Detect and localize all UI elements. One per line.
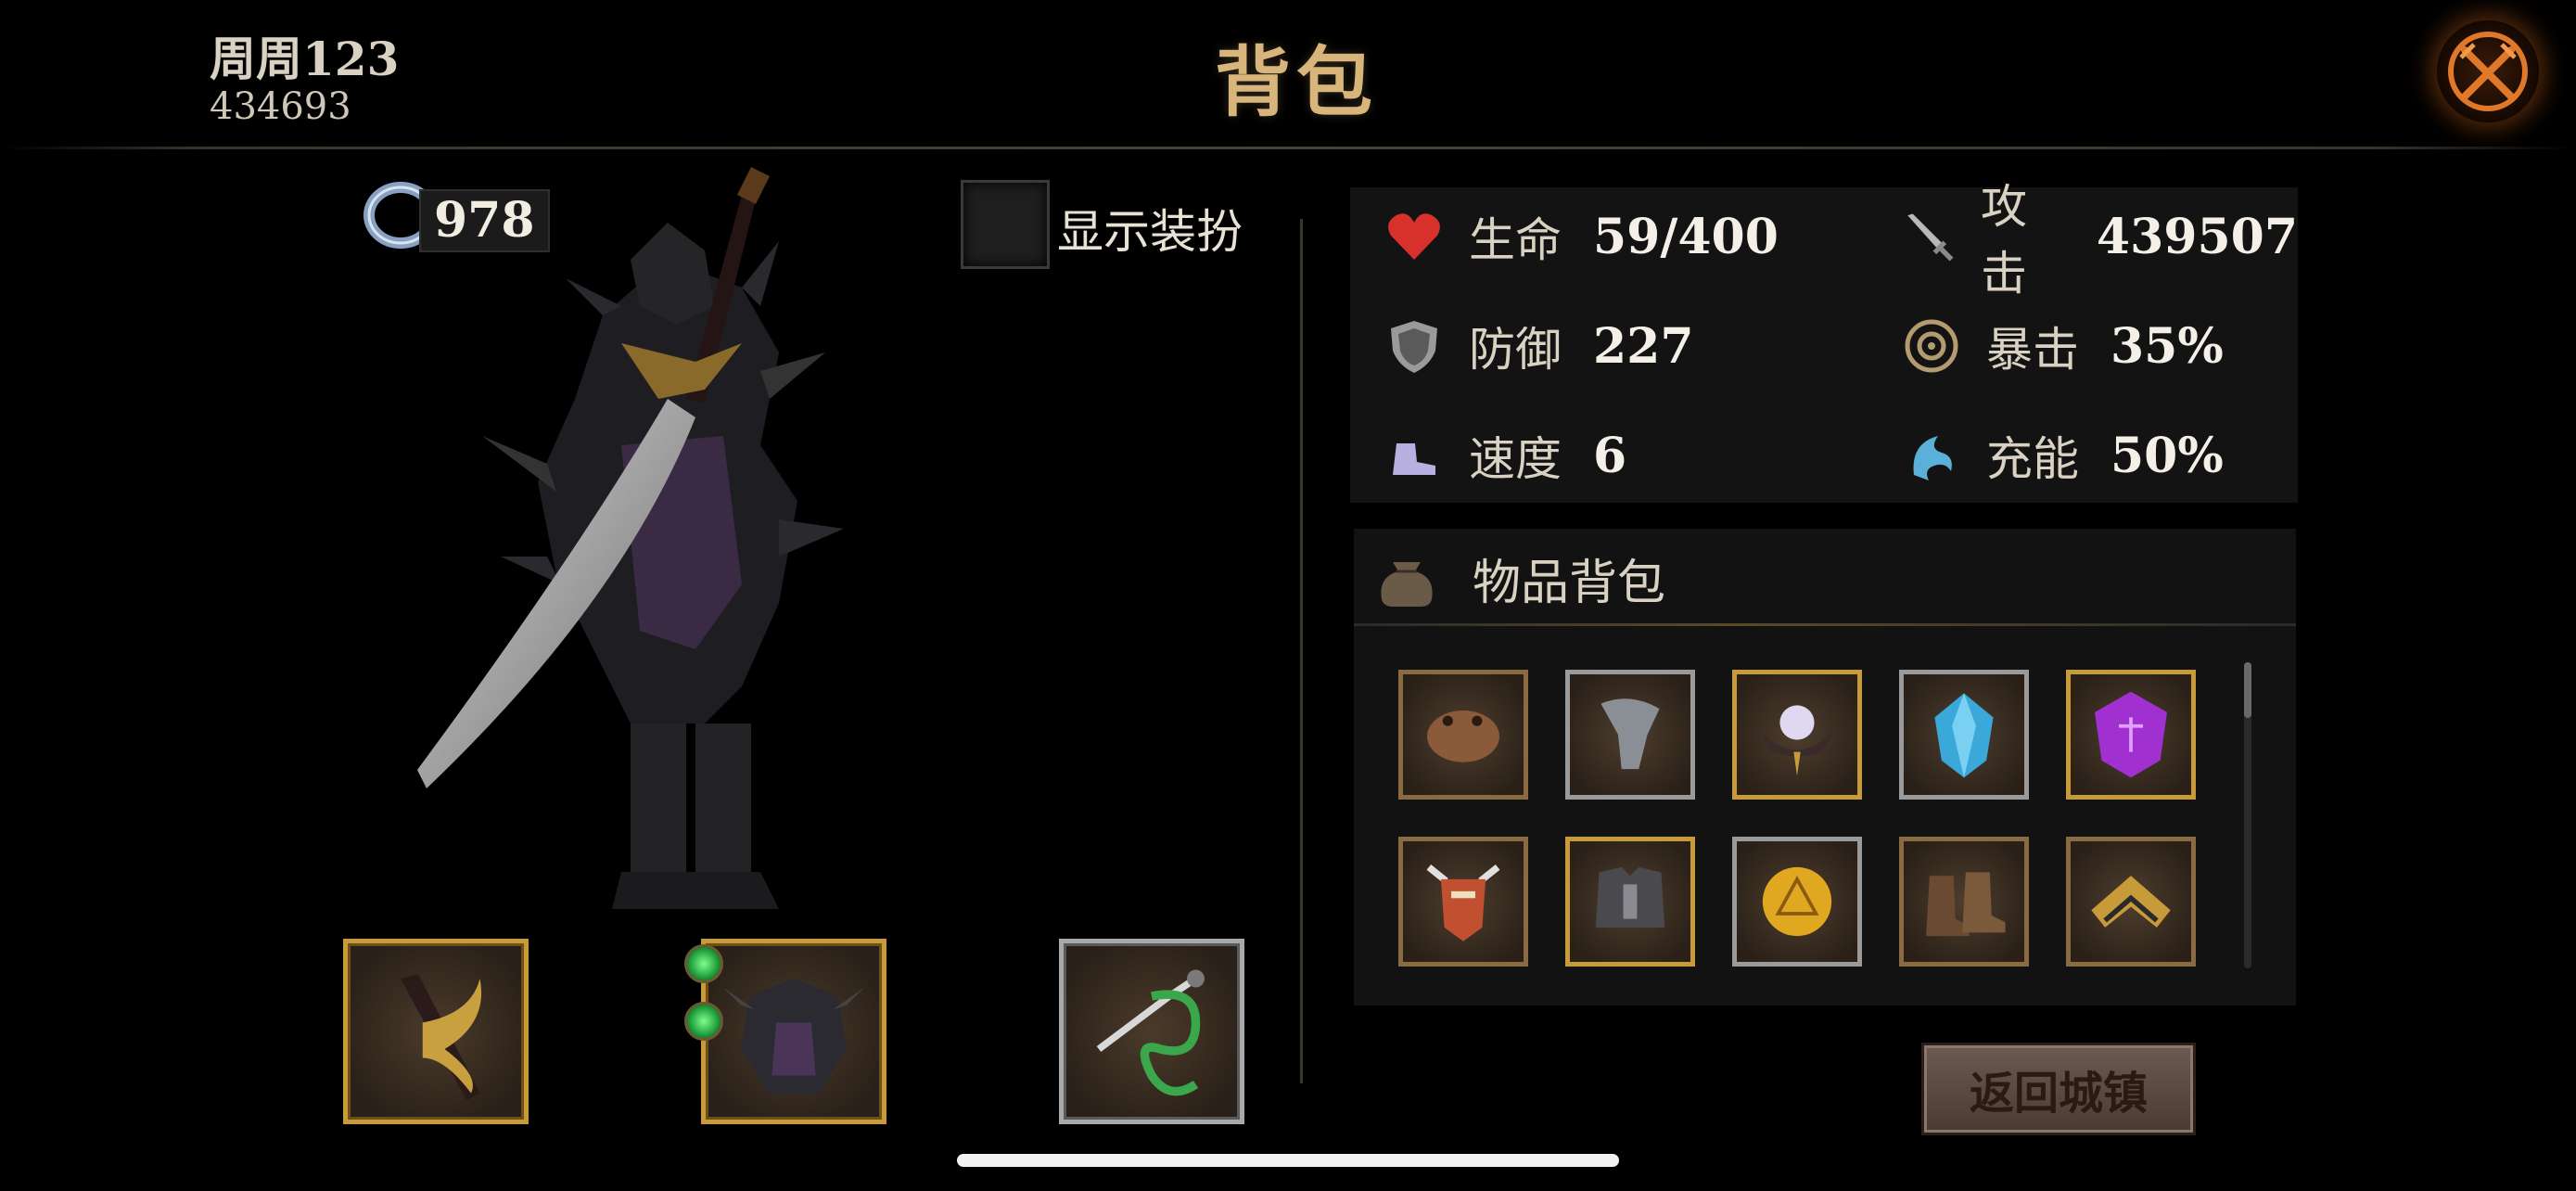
stat-health: 生命 59/400: [1384, 204, 1779, 269]
crossed-swords-close-icon: [2448, 32, 2528, 111]
return-to-town-button[interactable]: 返回城镇: [1921, 1043, 2196, 1135]
vertical-divider: [1300, 219, 1303, 1083]
inventory-item-toad[interactable]: [1398, 670, 1528, 800]
inventory-item-purple-gem[interactable]: [2066, 670, 2196, 800]
stat-value: 35%: [2111, 317, 2224, 375]
inventory-title: 物品背包: [1473, 556, 1666, 611]
stat-speed: 速度 6: [1384, 423, 1626, 488]
inventory-scrollbar[interactable]: [2244, 662, 2251, 968]
armor-slot[interactable]: [701, 939, 886, 1124]
inventory-item-chest-armor[interactable]: [1565, 837, 1695, 967]
chest-armor-icon: [1595, 866, 1665, 928]
stat-crit: 暴击 35%: [1901, 314, 2224, 378]
blue-crystal-icon: [1934, 693, 1994, 778]
inventory-divider: [1354, 623, 2296, 626]
inventory-item-orb-crown[interactable]: [1732, 670, 1862, 800]
bag-icon: [1381, 562, 1433, 607]
gold-helm-icon: [2091, 876, 2171, 928]
gem-socket: [684, 944, 723, 983]
stat-value: 227: [1593, 317, 1694, 375]
inventory-item-gold-coin[interactable]: [1732, 837, 1862, 967]
player-id: 434693: [210, 85, 351, 128]
gold-coin-icon: [1762, 866, 1832, 937]
sword-icon: [1907, 213, 1954, 262]
stat-value: 6: [1593, 427, 1627, 484]
stat-label: 充能: [1986, 432, 2079, 486]
stat-value: 50%: [2111, 427, 2224, 484]
costume-toggle-checkbox[interactable]: [961, 180, 1050, 269]
totem-mask-icon: [1426, 864, 1500, 941]
stat-label: 暴击: [1986, 323, 2079, 377]
inventory-item-gold-helm[interactable]: [2066, 837, 2196, 967]
stat-attack: 攻击 439507: [1901, 180, 2298, 301]
crit-target-icon: [1905, 319, 1958, 373]
home-indicator[interactable]: [957, 1154, 1619, 1167]
boot-speed-icon: [1393, 443, 1435, 475]
stats-panel: 生命 59/400 攻击 439507 防御 227 暴击 35% 速度 6 充…: [1350, 180, 2298, 503]
accessory-slot[interactable]: [1059, 939, 1244, 1124]
stat-label: 速度: [1469, 432, 1562, 486]
boots-icon: [1926, 872, 2006, 937]
inventory-item-boots[interactable]: [1899, 837, 2029, 967]
heart-icon: [1388, 213, 1440, 260]
stat-label: 防御: [1469, 323, 1562, 377]
inventory-item-totem-mask[interactable]: [1398, 837, 1528, 967]
stat-defense: 防御 227: [1384, 314, 1694, 378]
stat-energy: 充能 50%: [1901, 423, 2224, 488]
purple-gem-icon: [2095, 691, 2167, 778]
gauntlet-icon: [1600, 698, 1660, 770]
stat-value: 439507: [2096, 208, 2298, 265]
player-name: 周周123: [210, 32, 400, 86]
inventory-panel: 物品背包: [1354, 529, 2296, 1005]
toad-icon: [1427, 711, 1499, 762]
dark-armor-icon: [723, 979, 864, 1094]
currency-value: 978: [419, 189, 550, 252]
shield-icon: [1391, 321, 1437, 373]
energy-swirl-icon: [1913, 436, 1952, 480]
close-button[interactable]: [2437, 20, 2539, 122]
costume-toggle-label: 显示装扮: [1057, 205, 1243, 259]
inventory-item-gauntlet[interactable]: [1565, 670, 1695, 800]
page-title: 背包: [1215, 38, 1379, 127]
orb-crown-icon: [1761, 705, 1833, 776]
weapon-slot[interactable]: [343, 939, 529, 1124]
inventory-item-blue-crystal[interactable]: [1899, 670, 2029, 800]
character-model: [417, 167, 844, 909]
gem-socket: [684, 1002, 723, 1041]
stat-label: 生命: [1469, 213, 1562, 267]
stat-label: 攻击: [1981, 180, 2027, 301]
inventory-scroll-thumb[interactable]: [2244, 662, 2251, 718]
header-divider: [0, 147, 2576, 149]
green-amulet-icon: [1096, 969, 1205, 1096]
curved-blade-icon: [401, 974, 482, 1101]
stat-value: 59/400: [1593, 208, 1779, 265]
